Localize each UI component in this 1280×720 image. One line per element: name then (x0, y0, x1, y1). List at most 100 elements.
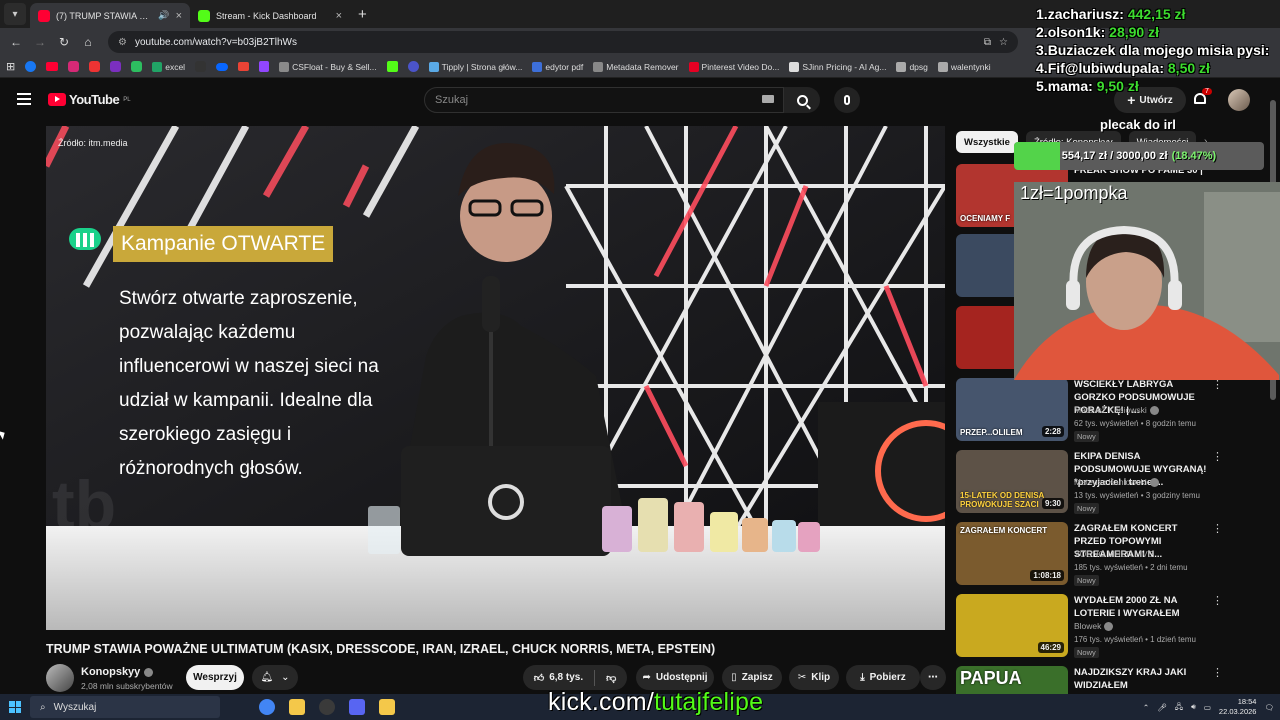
bookmark-walentynki[interactable]: walentynki (937, 61, 991, 72)
close-tab-icon[interactable]: × (336, 10, 342, 22)
subscription-notifications-button[interactable]: 🔔︎ ⌄ (252, 665, 298, 690)
speaker-icon[interactable]: 🔊 (158, 10, 169, 21)
recommendation-item[interactable]: ZAGRAŁEM KONCERT 1:08:18 ZAGRAŁEM KONCERT… (956, 522, 1223, 586)
tab-youtube[interactable]: (7) TRUMP STAWIA POWAŻ 🔊 × (30, 3, 190, 28)
more-options-icon[interactable]: ⋮ (1212, 522, 1223, 535)
channel-name[interactable]: Konopskyy (81, 666, 154, 678)
chip-all[interactable]: Wszystkie (956, 131, 1018, 153)
search-icon (796, 94, 808, 106)
recommendation-channel[interactable]: Mateusz Kaniowski (1074, 477, 1159, 487)
share-label: Udostępnij (655, 672, 708, 683)
recommendation-item[interactable]: 46:29 WYDAŁEM 2000 ZŁ NA LOTERIE I WYGRA… (956, 594, 1223, 658)
recommendation-title[interactable]: NAJDZIKSZY KRAJ JAKI WIDZIAŁEM (1074, 666, 1208, 692)
battery-icon[interactable]: ▭ (1204, 703, 1211, 712)
obs-icon[interactable] (312, 694, 342, 720)
taskbar-search[interactable]: ⌕ Wyszukaj (30, 696, 220, 718)
menu-hamburger-icon[interactable] (17, 93, 31, 105)
file-explorer-icon[interactable] (282, 694, 312, 720)
bookmark-tipply[interactable]: Tipply | Strona głów... (428, 61, 522, 72)
reload-icon[interactable]: ↻ (54, 32, 74, 52)
bookmark-pdf[interactable]: edytor pdf (532, 61, 583, 72)
video-thumbnail[interactable]: ZAGRAŁEM KONCERT 1:08:18 (956, 522, 1068, 585)
steam-icon[interactable] (407, 61, 419, 72)
download-button[interactable]: ⤓ Pobierz (846, 665, 920, 690)
chrome-taskbar-icon[interactable] (252, 694, 282, 720)
back-arrow-icon[interactable]: ← (6, 32, 26, 52)
volume-icon[interactable]: 🔊︎ (1191, 702, 1196, 712)
tab-kick-dashboard[interactable]: Stream - Kick Dashboard × (190, 3, 350, 28)
tiktok-icon[interactable] (195, 61, 207, 72)
shop-icon[interactable] (89, 61, 101, 72)
more-options-icon[interactable]: ⋮ (1212, 666, 1223, 679)
close-tab-icon[interactable]: × (176, 10, 182, 22)
video-thumbnail[interactable]: PRZEP...OLILEM 2:28 (956, 378, 1068, 441)
bookmark-dpsg[interactable]: dpsg (896, 61, 928, 72)
video-player[interactable]: tb Źródło: itm.media Kampanie OTWARTE St… (46, 126, 945, 630)
bookmark-sjinn[interactable]: SJinn Pricing - AI Ag... (789, 61, 886, 72)
home-icon[interactable]: ⌂ (78, 32, 98, 52)
video-thumbnail[interactable]: 46:29 (956, 594, 1068, 657)
recommendation-item[interactable]: PRZEP...OLILEM 2:28 WŚCIEKŁY LABRYGA GORZ… (956, 378, 1223, 442)
clock[interactable]: 18:54 22.03.2026 (1219, 697, 1257, 717)
recommendation-item[interactable]: 15-LATEK OD DENISA PROWOKUJE SZACI 9:30 E… (956, 450, 1223, 514)
keyboard-icon[interactable] (762, 95, 774, 103)
more-options-icon[interactable]: ⋮ (1212, 450, 1223, 463)
search-icon: ⌕ (40, 701, 46, 713)
microphone-icon[interactable]: 🎤︎ (1157, 703, 1167, 712)
page-scrollbar[interactable] (1270, 88, 1276, 688)
meta-icon[interactable] (216, 62, 229, 71)
search-button[interactable] (784, 87, 820, 113)
thumbs-down-icon[interactable]: 👎︎ (606, 672, 616, 684)
discord-icon[interactable] (342, 694, 372, 720)
evernote-icon[interactable] (131, 61, 143, 72)
support-button[interactable]: Wesprzyj (186, 665, 244, 690)
youtube-logo[interactable]: YouTube PL (48, 92, 131, 107)
tab-search-button[interactable]: ▾ (4, 3, 26, 25)
facebook-icon[interactable] (25, 61, 37, 72)
bookmark-pinterest[interactable]: Pinterest Video Do... (688, 61, 779, 72)
messenger-icon[interactable] (110, 61, 122, 72)
start-button[interactable] (0, 694, 30, 720)
apps-grid-icon[interactable]: ⊞ (6, 60, 15, 73)
donor-name: Fif@lubiwdupala: (1047, 60, 1164, 76)
notes-app-icon[interactable] (372, 694, 402, 720)
new-tab-plus-icon[interactable]: + (358, 6, 367, 23)
youtube-bookmark-icon[interactable] (46, 62, 59, 71)
instagram-icon[interactable] (68, 61, 80, 72)
recommendation-channel[interactable]: YOUNG MULTI LIVE (1074, 549, 1153, 559)
address-bar[interactable]: ⚙ youtube.com/watch?v=b03jB2TlhWs ⧉ ☆ (108, 31, 1018, 53)
donation-goal-title: plecak do irl (1100, 117, 1176, 132)
forward-arrow-icon[interactable]: → (30, 32, 50, 52)
video-thumbnail[interactable]: 15-LATEK OD DENISA PROWOKUJE SZACI 9:30 (956, 450, 1068, 513)
like-count[interactable]: 6,8 tys. (549, 672, 583, 683)
network-icon[interactable]: 🖧︎ (1175, 701, 1183, 714)
bookmark-icon: ▯ (731, 672, 737, 683)
save-button[interactable]: ▯ Zapisz (722, 665, 782, 690)
share-button[interactable]: ➦ Udostępnij (636, 665, 714, 690)
recommendation-title[interactable]: WYDAŁEM 2000 ZŁ NA LOTERIE I WYGRAŁEM (1074, 594, 1208, 620)
clip-button[interactable]: ✂ Klip (789, 665, 839, 690)
bookmark-excel[interactable]: excel (152, 61, 185, 72)
search-input[interactable]: Szukaj (424, 87, 784, 113)
gmail-icon[interactable] (238, 62, 250, 71)
bookmark-csfloat[interactable]: CSFloat - Buy & Sell... (279, 61, 377, 72)
bookmark-metadata[interactable]: Metadata Remover (593, 61, 679, 72)
channel-avatar[interactable] (46, 664, 74, 692)
more-options-icon[interactable]: ⋮ (1212, 594, 1223, 607)
recommendation-channel[interactable]: Mateusz Kaniowski (1074, 405, 1159, 415)
twitch-icon[interactable] (259, 61, 270, 72)
more-actions-button[interactable]: ⋯ (920, 665, 946, 690)
thumbnail-text: PAPUA (960, 668, 1022, 688)
site-info-icon[interactable]: ⚙ (118, 37, 127, 48)
notifications-icon[interactable]: 🗨︎ (1264, 703, 1274, 712)
kick-bookmark-icon[interactable] (386, 61, 398, 72)
thumbnail-text: OCENIAMY F (960, 214, 1011, 223)
voice-search-button[interactable] (834, 87, 860, 113)
tab-title: (7) TRUMP STAWIA POWAŻ (56, 10, 153, 21)
install-app-icon[interactable]: ⧉ (984, 37, 991, 48)
thumbs-up-icon[interactable]: 👍︎ (534, 672, 544, 684)
bookmark-star-icon[interactable]: ☆ (999, 37, 1008, 48)
recommendation-channel[interactable]: Blowek (1074, 621, 1114, 631)
donor-row: 4.Fif@lubiwdupala: 8,50 zł (1036, 59, 1269, 77)
chevron-up-icon[interactable]: ⌃ (1143, 703, 1149, 712)
